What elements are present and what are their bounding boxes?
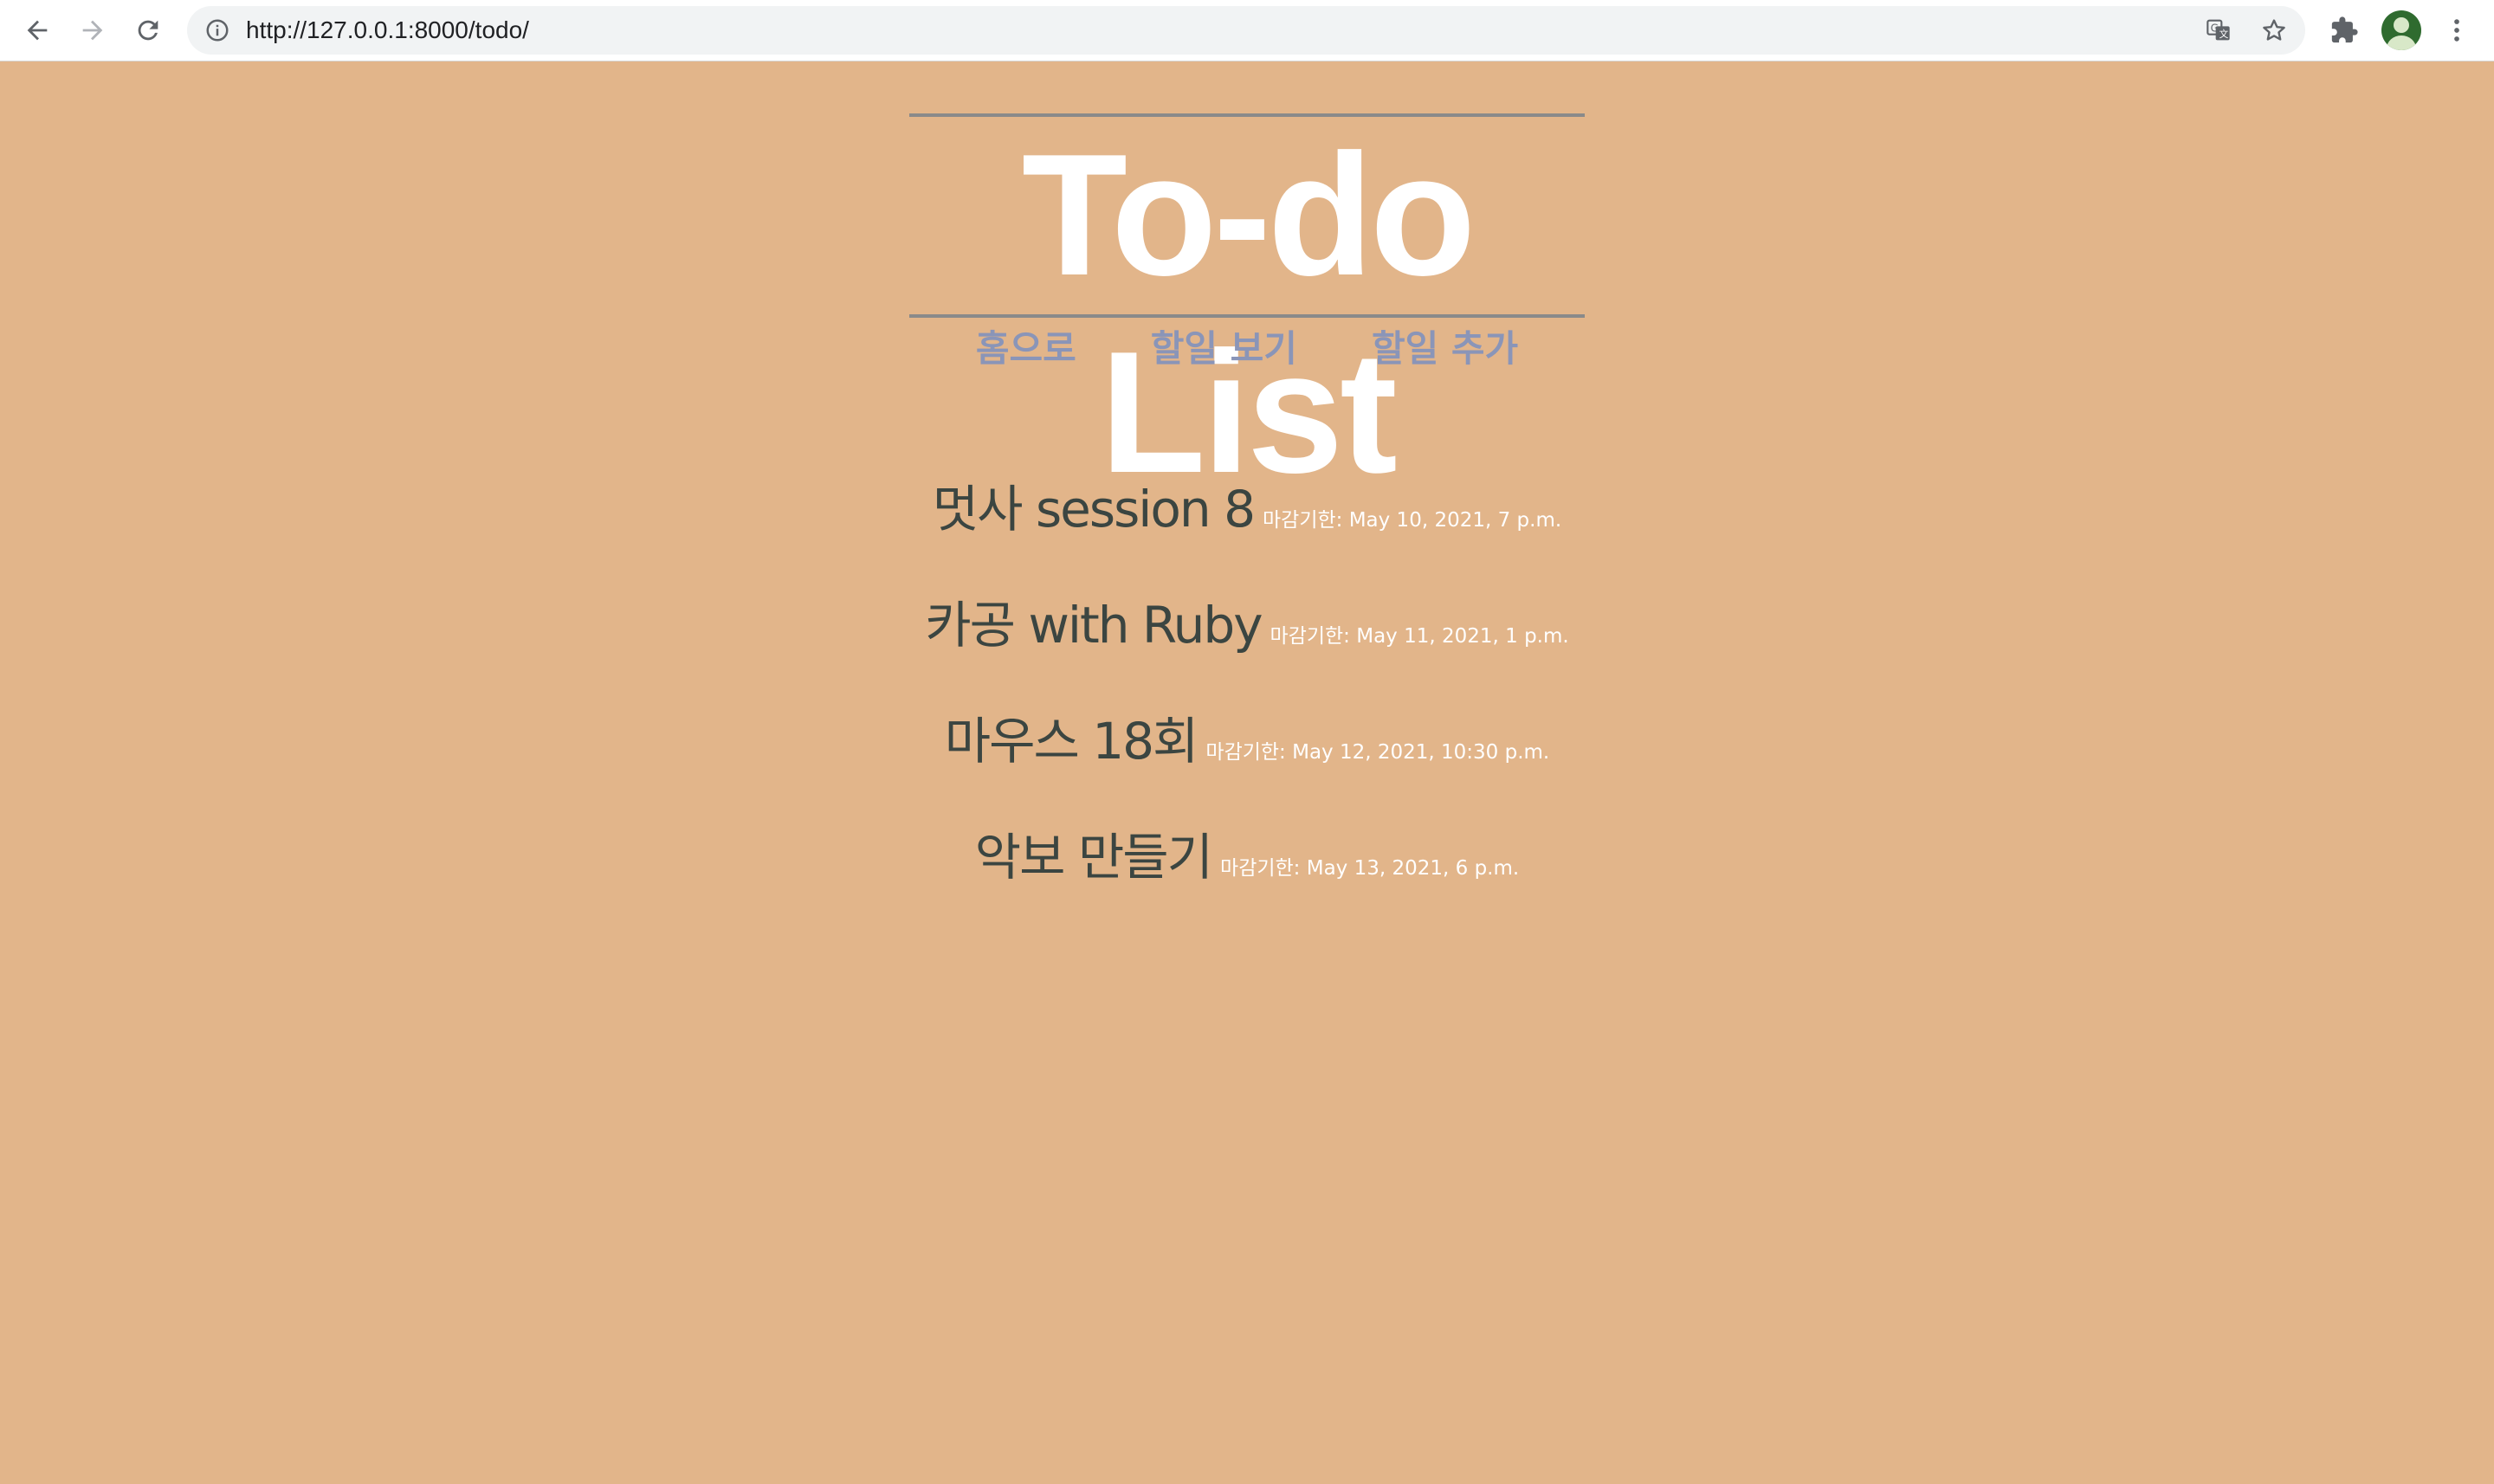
todo-due-date: 마감기한: May 12, 2021, 10:30 p.m. [1205, 741, 1550, 764]
todo-title[interactable]: 카공 with Ruby [925, 584, 1263, 657]
translate-icon[interactable]: G 文 [2205, 16, 2232, 44]
todo-list: 멋사 session 8 마감기한: May 10, 2021, 7 p.m. … [0, 468, 2494, 932]
list-item[interactable]: 악보 만들기 마감기한: May 13, 2021, 6 p.m. [0, 816, 2494, 932]
todo-due-date: 마감기한: May 13, 2021, 6 p.m. [1220, 857, 1520, 880]
kebab-menu-icon [2454, 19, 2459, 42]
todo-title[interactable]: 마우스 18회 [945, 700, 1199, 773]
forward-button[interactable] [74, 12, 111, 48]
star-icon[interactable] [2260, 16, 2288, 44]
extensions-button[interactable] [2326, 12, 2362, 48]
list-item[interactable]: 마우스 18회 마감기한: May 12, 2021, 10:30 p.m. [0, 700, 2494, 816]
url-text[interactable]: http://127.0.0.1:8000/todo/ [246, 6, 529, 55]
svg-text:G: G [2211, 22, 2219, 34]
menu-button[interactable] [2439, 12, 2475, 48]
back-button[interactable] [19, 12, 55, 48]
nav-view-todos-link[interactable]: 할일 보기 [1151, 323, 1297, 375]
info-icon[interactable] [204, 17, 230, 43]
svg-text:文: 文 [2219, 29, 2229, 40]
page-title: To-do List [1021, 119, 1476, 509]
page-content: To-do List 홈으로 할일 보기 할일 추가 멋사 session 8 … [0, 61, 2494, 1484]
list-item[interactable]: 멋사 session 8 마감기한: May 10, 2021, 7 p.m. [0, 468, 2494, 584]
list-item[interactable]: 카공 with Ruby 마감기한: May 11, 2021, 1 p.m. [0, 584, 2494, 700]
reload-icon [138, 20, 158, 41]
avatar-body [2387, 35, 2416, 50]
address-bar[interactable]: http://127.0.0.1:8000/todo/ G 文 [187, 6, 2305, 55]
todo-title[interactable]: 멋사 session 8 [933, 468, 1256, 541]
avatar[interactable] [2381, 10, 2421, 50]
todo-due-date: 마감기한: May 11, 2021, 1 p.m. [1270, 625, 1569, 648]
todo-due-date: 마감기한: May 10, 2021, 7 p.m. [1263, 509, 1562, 532]
back-arrow-icon [27, 20, 48, 41]
forward-arrow-icon [82, 20, 103, 41]
puzzle-icon [2331, 16, 2358, 43]
todo-title[interactable]: 악보 만들기 [975, 816, 1213, 889]
avatar-head [2394, 17, 2409, 33]
browser-toolbar: http://127.0.0.1:8000/todo/ G 文 [0, 0, 2494, 61]
nav-home-link[interactable]: 홈으로 [976, 323, 1076, 375]
nav-add-todo-link[interactable]: 할일 추가 [1372, 323, 1518, 375]
main-nav: 홈으로 할일 보기 할일 추가 [909, 323, 1585, 375]
site-header: To-do List [909, 113, 1585, 509]
reload-button[interactable] [130, 12, 166, 48]
